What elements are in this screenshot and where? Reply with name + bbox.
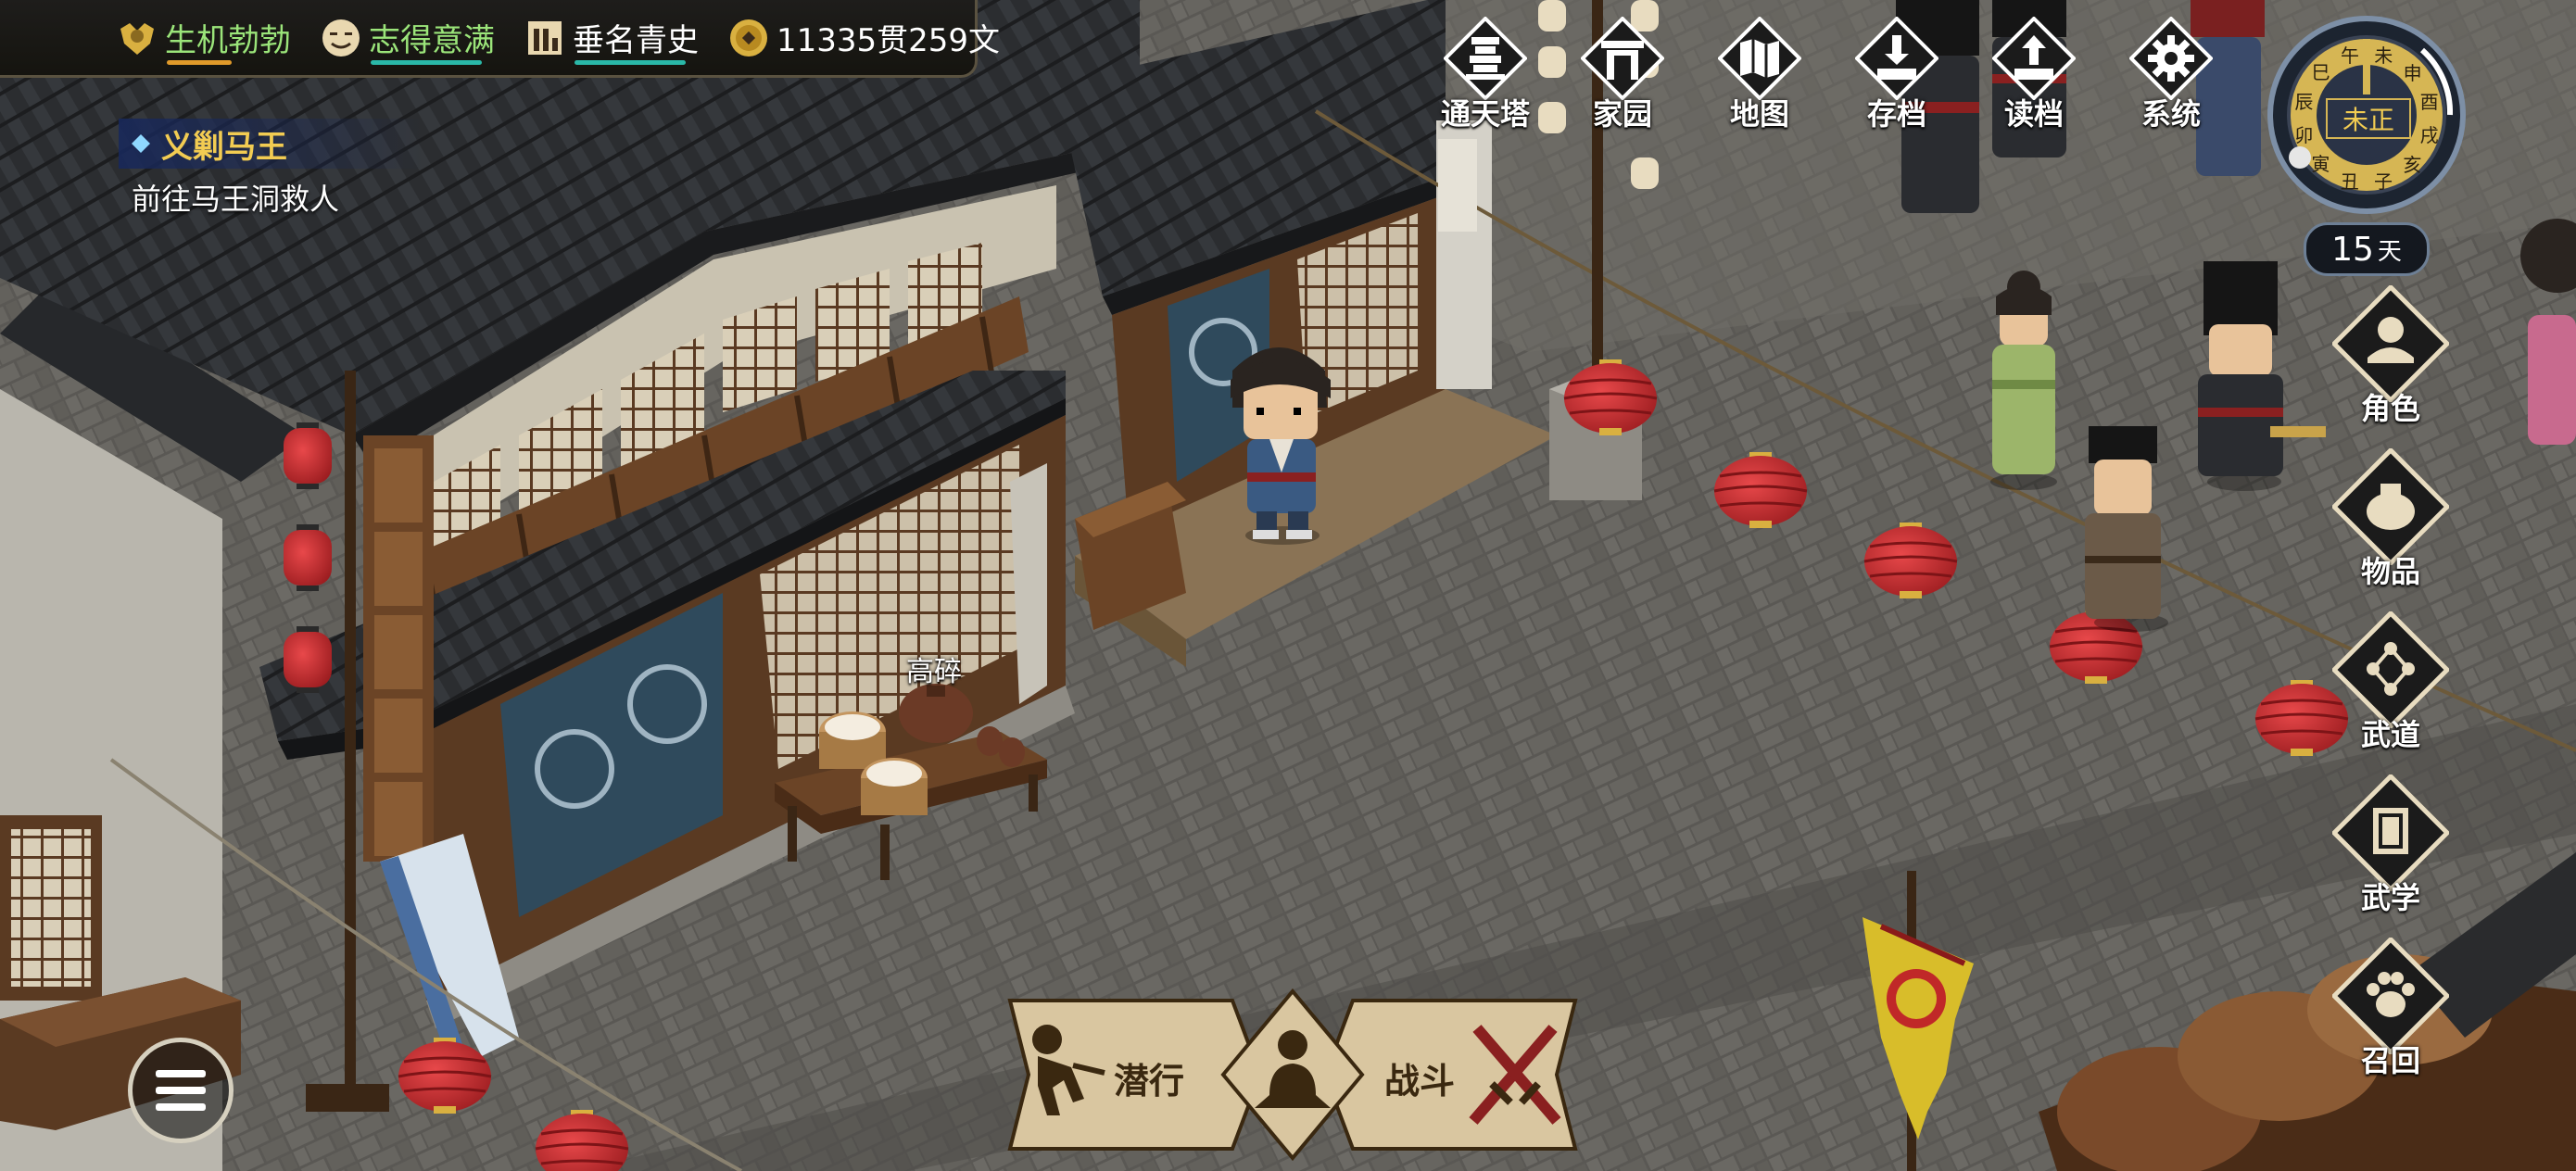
character-button[interactable]: 角色 xyxy=(2328,285,2454,428)
clock-hour-label: 卯 xyxy=(2294,123,2314,146)
homestead-button[interactable]: 家园 xyxy=(1564,17,1681,133)
save-label: 存档 xyxy=(1866,96,1926,132)
fame-icon xyxy=(523,16,567,60)
map-button[interactable]: 地图 xyxy=(1701,17,1818,133)
side-menu: 角色 物品 武道 武学 召回 xyxy=(2328,285,2454,1080)
clock-current: 未正 xyxy=(2342,105,2394,135)
items-button[interactable]: 物品 xyxy=(2328,448,2454,591)
recall-label: 召回 xyxy=(2360,1043,2420,1078)
gear-icon xyxy=(2129,17,2213,100)
quest-title-row: 义剿马王 xyxy=(119,119,424,169)
money-status[interactable]: 11335贯259文 xyxy=(726,6,1000,70)
quest-marker-icon xyxy=(132,134,150,153)
health-status[interactable]: 生机勃勃 xyxy=(115,6,291,70)
mood-text: 志得意满 xyxy=(369,22,495,59)
clock-hour-label: 酉 xyxy=(2419,91,2439,113)
clock-hour-label: 申 xyxy=(2403,61,2422,84)
fight-label: 战斗 xyxy=(1384,1061,1456,1102)
homestead-label: 家园 xyxy=(1592,96,1652,132)
fame-status[interactable]: 垂名青史 xyxy=(523,6,699,70)
tower-icon xyxy=(1444,17,1527,100)
quest-title: 义剿马王 xyxy=(161,128,287,166)
status-bar: 生机勃勃 志得意满 垂名青史 11335贯259文 xyxy=(0,0,1000,78)
day-counter: 15 天 xyxy=(2304,222,2430,276)
save-icon xyxy=(1855,17,1938,100)
health-bar xyxy=(167,59,232,65)
fame-bar xyxy=(575,59,686,65)
gate-icon xyxy=(1581,17,1664,100)
menu-icon-line xyxy=(156,1070,206,1077)
clock-hour-label: 寅 xyxy=(2311,153,2330,176)
clock-hour-label: 亥 xyxy=(2403,153,2422,176)
clock-hour-label: 子 xyxy=(2373,170,2393,193)
time-clock[interactable]: 午未申酉戌亥子丑寅卯辰巳 未正 xyxy=(2265,13,2469,217)
map-icon xyxy=(1718,17,1801,100)
sneak-icon xyxy=(1032,1025,1105,1115)
fame-text: 垂名青史 xyxy=(573,22,699,59)
meditate-button[interactable] xyxy=(1242,1010,1344,1140)
day-number: 15 xyxy=(2331,230,2374,269)
martial-path-button[interactable]: 武道 xyxy=(2328,611,2454,754)
recall-button[interactable]: 召回 xyxy=(2328,938,2454,1080)
money-text: 11335贯259文 xyxy=(777,22,1001,59)
fight-button[interactable]: 战斗 xyxy=(1344,1001,1575,1149)
martial-arts-button[interactable]: 武学 xyxy=(2328,774,2454,917)
mood-bar xyxy=(371,59,482,65)
smiley-icon xyxy=(319,16,363,60)
map-label: 地图 xyxy=(1729,96,1789,132)
clock-hour-label: 戌 xyxy=(2419,124,2439,147)
items-label: 物品 xyxy=(2360,554,2420,589)
clock-hour-label: 巳 xyxy=(2311,61,2330,84)
save-button[interactable]: 存档 xyxy=(1838,17,1955,133)
clock-hand xyxy=(2363,39,2370,94)
sneak-label: 潜行 xyxy=(1114,1061,1185,1102)
coin-icon xyxy=(726,16,771,60)
action-bar: 潜行 战斗 xyxy=(1001,982,1585,1167)
clock-hour-label: 午 xyxy=(2341,44,2359,68)
clock-hour-label: 辰 xyxy=(2294,90,2314,113)
load-button[interactable]: 读档 xyxy=(1976,17,2092,133)
health-icon xyxy=(115,16,159,60)
tower-button[interactable]: 通天塔 xyxy=(1427,17,1544,133)
quest-description: 前往马王洞救人 xyxy=(132,182,340,217)
system-label: 系统 xyxy=(2140,96,2201,132)
game-screen: 生机勃勃 志得意满 垂名青史 11335贯259文 义剿马王 前往马王洞救人 通… xyxy=(0,0,2576,1171)
character-label: 角色 xyxy=(2360,391,2420,426)
npc-name-label[interactable]: 高碎 xyxy=(906,648,962,689)
crossed-swords-icon xyxy=(1469,1025,1561,1125)
menu-icon-line xyxy=(156,1103,206,1111)
martial-path-label: 武道 xyxy=(2360,717,2420,752)
menu-icon-line xyxy=(156,1087,206,1094)
clock-hour-label: 未 xyxy=(2374,44,2393,68)
health-text: 生机勃勃 xyxy=(165,22,291,59)
load-label: 读档 xyxy=(2003,96,2064,132)
tower-label: 通天塔 xyxy=(1440,96,1530,132)
system-button[interactable]: 系统 xyxy=(2113,17,2229,133)
main-menu-button[interactable] xyxy=(128,1038,234,1143)
clock-hour-label: 丑 xyxy=(2340,170,2359,193)
martial-arts-label: 武学 xyxy=(2360,880,2420,915)
sneak-button[interactable]: 潜行 xyxy=(1010,1001,1242,1149)
top-menu: 通天塔 家园 地图 存档 读档 系统 xyxy=(1427,17,2229,133)
mood-status[interactable]: 志得意满 xyxy=(319,6,495,70)
meditate-icon xyxy=(1255,1030,1331,1108)
load-icon xyxy=(1992,17,2076,100)
quest-panel[interactable]: 义剿马王 前往马王洞救人 xyxy=(119,119,424,219)
day-unit: 天 xyxy=(2377,237,2402,266)
clock-current-box: 未正 xyxy=(2326,98,2411,139)
